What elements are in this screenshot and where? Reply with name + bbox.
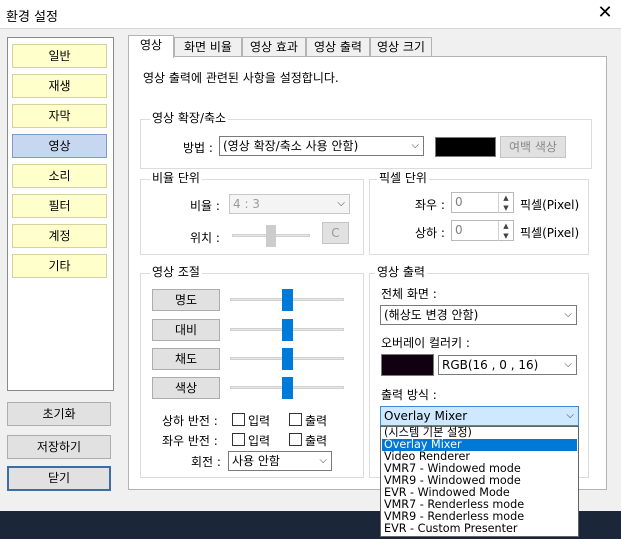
spin-down-icon[interactable]: ▼ <box>498 203 513 213</box>
rotate-select[interactable]: 사용 안함 ⌵ <box>228 451 332 471</box>
vertical-label: 상하 : <box>415 226 445 240</box>
spin-down-icon[interactable]: ▼ <box>498 231 513 241</box>
spin-up-icon[interactable]: ▲ <box>498 221 513 231</box>
fullscreen-select[interactable]: (해상도 변경 안함) ⌵ <box>380 305 577 325</box>
margin-color-button[interactable]: 여백 색상 <box>500 136 566 158</box>
category-etc[interactable]: 기타 <box>12 254 107 278</box>
category-filter[interactable]: 필터 <box>12 194 107 218</box>
flip-horizontal-input-checkbox[interactable] <box>232 433 245 446</box>
chevron-down-icon: ⌵ <box>566 410 574 421</box>
position-center-button[interactable]: C <box>322 222 349 244</box>
category-account[interactable]: 계정 <box>12 224 107 248</box>
overlay-color-swatch[interactable] <box>381 354 434 376</box>
horizontal-pixel-value: 0 <box>455 195 463 209</box>
flip-horizontal-output-checkbox[interactable] <box>289 433 302 446</box>
scale-method-label: 방법 : <box>183 141 213 155</box>
saturation-slider[interactable] <box>281 348 293 370</box>
spin-up-icon[interactable]: ▲ <box>498 193 513 203</box>
brightness-slider[interactable] <box>281 289 293 311</box>
chevron-down-icon: ⌵ <box>564 309 572 320</box>
flip-vertical-output-label: 출력 <box>305 414 328 428</box>
horizontal-unit-label: 픽셀(Pixel) <box>520 198 580 212</box>
pixel-group <box>369 179 589 255</box>
vertical-unit-label: 픽셀(Pixel) <box>520 226 580 240</box>
flip-vertical-label: 상하 반전 : <box>162 414 218 428</box>
aspect-group-label: 비율 단위 <box>150 171 202 185</box>
ratio-label: 비율 : <box>190 199 220 213</box>
rotate-value: 사용 안함 <box>232 454 280 468</box>
category-sound[interactable]: 소리 <box>12 164 107 188</box>
vertical-pixel-stepper[interactable]: 0 ▲ ▼ <box>451 220 514 241</box>
ratio-select[interactable]: 4 : 3 ⌵ <box>229 194 350 214</box>
chevron-down-icon: ⌵ <box>564 359 572 370</box>
close-window-icon[interactable]: ✕ <box>594 2 616 24</box>
category-general[interactable]: 일반 <box>12 44 107 68</box>
tab-aspect-ratio[interactable]: 화면 비율 <box>174 37 242 57</box>
output-group-label: 영상 출력 <box>375 265 427 279</box>
reset-button[interactable]: 초기화 <box>7 402 111 426</box>
save-button[interactable]: 저장하기 <box>7 435 111 459</box>
output-method-dropdown[interactable]: (시스템 기본 설정) Overlay Mixer Video Renderer… <box>380 426 579 537</box>
fullscreen-value: (해상도 변경 안함) <box>384 308 479 322</box>
chevron-down-icon: ⌵ <box>319 455 327 466</box>
flip-vertical-output-checkbox[interactable] <box>289 413 302 426</box>
ratio-value: 4 : 3 <box>233 197 260 211</box>
scale-group-label: 영상 확장/축소 <box>150 111 229 125</box>
chevron-down-icon: ⌵ <box>337 198 345 209</box>
title-bar <box>0 0 621 28</box>
pixel-group-label: 픽셀 단위 <box>377 171 429 185</box>
scale-method-select[interactable]: (영상 확장/축소 사용 안함) ⌵ <box>219 136 424 156</box>
flip-vertical-input-checkbox[interactable] <box>232 413 245 426</box>
vertical-pixel-value: 0 <box>455 223 463 237</box>
position-slider[interactable] <box>266 225 276 247</box>
output-method-label: 출력 방식 : <box>381 388 437 402</box>
position-label: 위치 : <box>190 231 220 245</box>
brightness-button[interactable]: 명도 <box>152 289 220 311</box>
flip-horizontal-input-label: 입력 <box>248 434 271 448</box>
overlay-colorkey-select[interactable]: RGB(16 , 0 , 16) ⌵ <box>438 355 577 375</box>
tab-video-size[interactable]: 영상 크기 <box>370 37 432 57</box>
margin-color-swatch[interactable] <box>435 137 496 157</box>
title-divider <box>0 28 621 29</box>
close-button[interactable]: 닫기 <box>7 466 111 491</box>
flip-horizontal-label: 좌우 반전 : <box>162 434 218 448</box>
category-playback[interactable]: 재생 <box>12 74 107 98</box>
horizontal-label: 좌우 : <box>415 198 445 212</box>
overlay-colorkey-value: RGB(16 , 0 , 16) <box>442 358 539 372</box>
tab-video[interactable]: 영상 <box>128 35 174 58</box>
adjust-group-label: 영상 조절 <box>150 265 202 279</box>
category-subtitle[interactable]: 자막 <box>12 104 107 128</box>
fullscreen-label: 전체 화면 : <box>381 287 437 301</box>
saturation-button[interactable]: 채도 <box>152 348 220 370</box>
output-method-option[interactable]: EVR - Custom Presenter <box>382 523 577 535</box>
chevron-down-icon: ⌵ <box>411 140 419 151</box>
horizontal-pixel-stepper[interactable]: 0 ▲ ▼ <box>451 192 514 213</box>
tab-video-effects[interactable]: 영상 효과 <box>242 37 306 57</box>
contrast-button[interactable]: 대비 <box>152 319 220 341</box>
hue-button[interactable]: 색상 <box>152 377 220 399</box>
window-title: 환경 설정 <box>6 10 58 25</box>
flip-horizontal-output-label: 출력 <box>305 434 328 448</box>
category-video[interactable]: 영상 <box>12 134 107 158</box>
overlay-colorkey-label: 오버레이 컬러키 : <box>381 336 470 350</box>
rotate-label: 회전 : <box>191 455 221 469</box>
description-text: 영상 출력에 관련된 사항을 설정합니다. <box>143 71 339 85</box>
output-method-value: Overlay Mixer <box>384 409 468 423</box>
flip-vertical-input-label: 입력 <box>248 414 271 428</box>
output-method-select[interactable]: Overlay Mixer ⌵ <box>380 406 579 426</box>
contrast-slider[interactable] <box>281 319 293 341</box>
scale-method-value: (영상 확장/축소 사용 안함) <box>223 139 359 153</box>
hue-slider[interactable] <box>281 377 293 399</box>
tab-video-output[interactable]: 영상 출력 <box>306 37 370 57</box>
